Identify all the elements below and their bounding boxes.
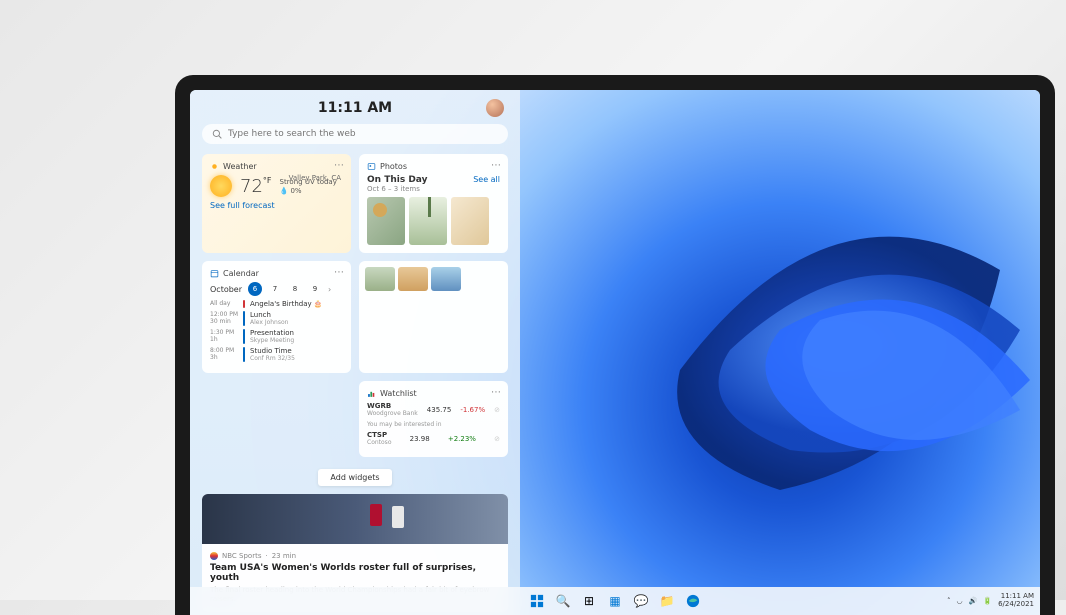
search-input[interactable] [228,129,498,139]
watchlist-hint: You may be interested in [367,421,500,428]
photos-strip[interactable] [359,261,508,373]
news-headline: Team USA's Women's Worlds roster full of… [210,563,500,583]
wifi-icon[interactable]: ◡ [957,597,963,605]
screen: 11:11 AM Weather ⋯ Valley Park, CA 72°F [190,90,1040,615]
calendar-day[interactable]: 9 [308,282,322,296]
add-widgets-row: Add widgets [202,465,508,486]
photo-thumb[interactable] [431,267,461,291]
chat-button[interactable]: 💬 [633,593,649,609]
chart-icon [367,389,376,398]
calendar-title: Calendar [223,269,259,278]
calendar-event[interactable]: All dayAngela's Birthday 🎂 [210,300,343,308]
edge-button[interactable] [685,593,701,609]
calendar-month: October [210,285,242,294]
search-button[interactable]: 🔍 [555,593,571,609]
watchlist-widget[interactable]: Watchlist ⋯ WGRBWoodgrove Bank435.75-1.6… [359,381,508,457]
calendar-day[interactable]: 8 [288,282,302,296]
search-icon [212,129,222,139]
watchlist-title: Watchlist [380,389,417,398]
chevron-up-icon[interactable]: ˄ [947,597,951,605]
news-age: 23 min [272,552,296,560]
volume-icon[interactable]: 🔊 [969,597,978,605]
calendar-day-selected[interactable]: 6 [248,282,262,296]
widgets-panel: 11:11 AM Weather ⋯ Valley Park, CA 72°F [190,90,520,615]
photos-subheading: Oct 6 – 3 items [367,185,427,193]
watchlist-more-button[interactable]: ⋯ [491,387,502,398]
calendar-day[interactable]: 7 [268,282,282,296]
photo-thumb[interactable] [409,197,447,245]
photos-see-all[interactable]: See all [473,175,500,184]
weather-temp: 72 [240,176,263,197]
news-image [202,494,508,544]
news-source: NBC Sports [222,552,261,560]
calendar-event[interactable]: 1:30 PM1hPresentationSkype Meeting [210,329,343,344]
nbc-icon [210,552,218,560]
widgets-clock: 11:11 AM [318,100,392,116]
calendar-widget[interactable]: Calendar ⋯ October 6 7 8 9 › All dayAnge… [202,261,351,373]
weather-precip: 0% [290,187,301,195]
taskbar-center: 🔍 ⊞ ▦ 💬 📁 [529,593,701,609]
search-box[interactable] [202,124,508,144]
system-tray[interactable]: ˄ ◡ 🔊 🔋 11:11 AM 6/24/2021 [947,593,1034,608]
explorer-button[interactable]: 📁 [659,593,675,609]
calendar-more-button[interactable]: ⋯ [334,267,345,278]
stock-row[interactable]: WGRBWoodgrove Bank435.75-1.67%⊘ [367,402,500,417]
task-view-button[interactable]: ⊞ [581,593,597,609]
photos-more-button[interactable]: ⋯ [491,160,502,171]
photo-thumb[interactable] [451,197,489,245]
tray-date: 6/24/2021 [998,601,1034,609]
battery-icon[interactable]: 🔋 [983,597,992,605]
widgets-button[interactable]: ▦ [607,593,623,609]
calendar-event[interactable]: 12:00 PM30 minLunchAlex Johnson [210,311,343,326]
start-button[interactable] [529,593,545,609]
photos-icon [367,162,376,171]
bloom-graphic [480,90,1040,590]
chevron-right-icon[interactable]: › [328,285,331,294]
stock-row[interactable]: CTSPContoso23.98+2.23%⊘ [367,431,500,446]
sun-icon [210,175,232,197]
forecast-link[interactable]: See full forecast [210,201,343,210]
photo-thumb[interactable] [365,267,395,291]
weather-location: Valley Park, CA [289,174,341,182]
weather-icon [210,162,219,171]
photos-title: Photos [380,162,407,171]
taskbar: 🔍 ⊞ ▦ 💬 📁 ˄ ◡ 🔊 🔋 11:11 AM 6/24/2021 [190,587,1040,615]
weather-more-button[interactable]: ⋯ [334,160,345,171]
laptop-frame: 11:11 AM Weather ⋯ Valley Park, CA 72°F [175,75,1055,615]
photo-thumb[interactable] [398,267,428,291]
weather-title: Weather [223,162,257,171]
calendar-event[interactable]: 8:00 PM3hStudio TimeConf Rm 32/35 [210,347,343,362]
photo-thumb[interactable] [367,197,405,245]
calendar-icon [210,269,219,278]
calendar-events: All dayAngela's Birthday 🎂 12:00 PM30 min… [210,300,343,362]
weather-widget[interactable]: Weather ⋯ Valley Park, CA 72°F Strong UV… [202,154,351,253]
add-widgets-button[interactable]: Add widgets [318,469,391,486]
photos-widget[interactable]: Photos ⋯ On This Day Oct 6 – 3 items See… [359,154,508,253]
user-avatar[interactable] [486,99,504,117]
photos-heading: On This Day [367,175,427,185]
